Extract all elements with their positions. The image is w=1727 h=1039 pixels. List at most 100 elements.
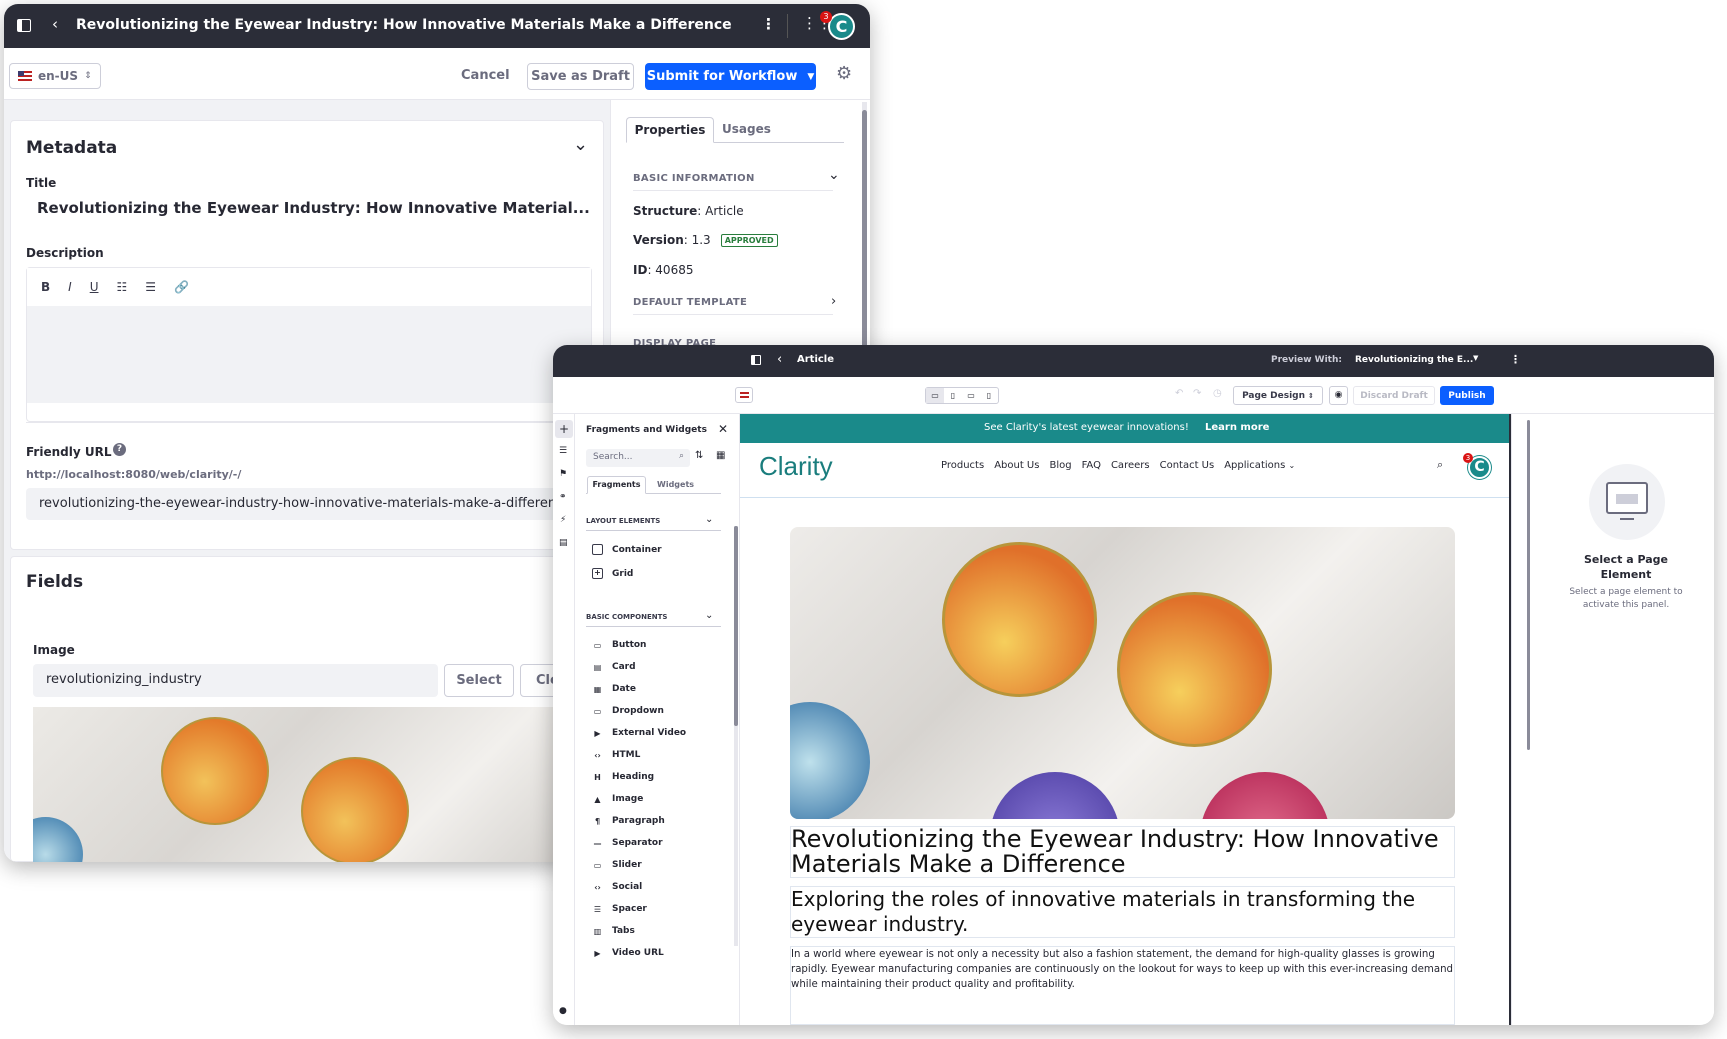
article-heading[interactable]: Revolutionizing the Eyewear Industry: Ho…: [790, 826, 1455, 878]
fragment-icon: ▭: [593, 860, 602, 870]
locale-flag-button[interactable]: [735, 387, 753, 403]
article-subheading[interactable]: Exploring the roles of innovative materi…: [790, 886, 1455, 938]
fragments-panel-title: Fragments and Widgets: [586, 425, 707, 435]
redo-icon[interactable]: ↷: [1193, 388, 1201, 399]
nav-blog[interactable]: Blog: [1049, 460, 1071, 471]
nav-applications[interactable]: Applications ⌄: [1224, 460, 1295, 471]
landscape-phone-icon[interactable]: ▭: [962, 388, 980, 403]
gear-icon[interactable]: ⚙: [836, 65, 852, 83]
nav-careers[interactable]: Careers: [1111, 460, 1150, 471]
fragment-external-video[interactable]: ▶ External Video: [592, 728, 686, 738]
locale-selector[interactable]: en-US ⇕: [9, 63, 101, 89]
fragments-search-input[interactable]: Search... ⌕: [586, 449, 690, 467]
tab-fragments[interactable]: Fragments: [587, 476, 646, 494]
tab-usages[interactable]: Usages: [722, 122, 771, 136]
link-icon[interactable]: 🔗: [174, 280, 189, 294]
fragment-date[interactable]: ▦ Date: [592, 684, 636, 694]
fragment-button[interactable]: ▭ Button: [592, 640, 647, 650]
unordered-list-icon[interactable]: ☰: [145, 280, 156, 294]
screen-icon: [1606, 482, 1648, 514]
nav-faq[interactable]: FAQ: [1082, 460, 1101, 471]
scrollbar[interactable]: [734, 526, 738, 946]
fragment-dropdown[interactable]: ▭ Dropdown: [592, 706, 664, 716]
comments-icon[interactable]: ▤: [559, 538, 568, 548]
publish-button[interactable]: Publish: [1440, 386, 1494, 405]
tablet-icon[interactable]: ▯: [944, 388, 962, 403]
save-draft-button[interactable]: Save as Draft: [527, 63, 634, 90]
banner-learn-more-link[interactable]: Learn more: [1205, 422, 1269, 433]
underline-icon[interactable]: U: [90, 280, 99, 294]
sidebar-toggle-icon[interactable]: [751, 355, 761, 365]
select-image-button[interactable]: Select: [444, 664, 514, 697]
preview-with-select[interactable]: Revolutionizing the E...: [1355, 355, 1473, 365]
fragment-separator[interactable]: — Separator: [592, 838, 663, 848]
tab-widgets[interactable]: Widgets: [657, 480, 694, 489]
fragment-grid[interactable]: + Grid: [592, 568, 633, 579]
fragment-html[interactable]: ‹› HTML: [592, 750, 640, 760]
portrait-phone-icon[interactable]: ▯: [980, 388, 998, 403]
chevron-down-icon[interactable]: ⌄: [705, 514, 713, 525]
fragment-image[interactable]: ▲ Image: [592, 794, 643, 804]
fragment-card[interactable]: ▤ Card: [592, 662, 636, 672]
paint-roller-icon[interactable]: ⚑: [559, 469, 567, 479]
article-paragraph[interactable]: In a world where eyewear is not only a n…: [790, 946, 1455, 1025]
add-fragment-icon[interactable]: +: [555, 420, 573, 438]
fragment-container[interactable]: Container: [592, 544, 662, 555]
nav-about-us[interactable]: About Us: [994, 460, 1039, 471]
bold-icon[interactable]: B: [41, 280, 50, 294]
title-input[interactable]: Revolutionizing the Eyewear Industry: Ho…: [37, 199, 590, 217]
fragment-tabs[interactable]: ▥ Tabs: [592, 926, 635, 936]
fragment-spacer[interactable]: ☰ Spacer: [592, 904, 647, 914]
tab-properties[interactable]: Properties: [626, 117, 714, 143]
chevron-down-icon[interactable]: ⌄: [705, 610, 713, 621]
fragment-video-url[interactable]: ▶ Video URL: [592, 948, 663, 958]
basic-components-heading[interactable]: BASIC COMPONENTS: [586, 613, 667, 621]
back-chevron-icon[interactable]: ‹: [52, 17, 58, 32]
basic-information-heading[interactable]: BASIC INFORMATION: [633, 173, 755, 184]
close-icon[interactable]: ✕: [718, 422, 728, 436]
browser-icon[interactable]: ☰: [559, 446, 567, 456]
kebab-menu-icon[interactable]: ⋮: [1510, 353, 1521, 366]
back-chevron-icon[interactable]: ‹: [777, 352, 782, 367]
image-input[interactable]: revolutionizing_industry: [33, 664, 438, 697]
grid-view-icon[interactable]: ▦: [716, 450, 725, 461]
site-logo[interactable]: Clarity: [759, 451, 833, 482]
user-avatar[interactable]: C: [828, 13, 855, 40]
nav-contact-us[interactable]: Contact Us: [1160, 460, 1215, 471]
chevron-right-icon[interactable]: ›: [831, 295, 836, 308]
fragment-paragraph[interactable]: ¶ Paragraph: [592, 816, 665, 826]
kebab-menu-icon[interactable]: ⋮: [761, 17, 776, 32]
help-circle-icon[interactable]: ●: [559, 1006, 567, 1016]
undo-icon[interactable]: ↶: [1175, 388, 1183, 399]
sidebar-toggle-icon[interactable]: [17, 19, 31, 32]
canvas-scrollbar[interactable]: [1527, 420, 1530, 750]
search-icon[interactable]: ⌕: [1437, 458, 1443, 472]
collapse-chevron-icon[interactable]: ⌄: [573, 136, 588, 154]
italic-icon[interactable]: I: [68, 280, 72, 294]
description-textarea[interactable]: [27, 306, 591, 403]
fragment-slider[interactable]: ▭ Slider: [592, 860, 642, 870]
friendly-url-input[interactable]: revolutionizing-the-eyewear-industry-how…: [26, 488, 626, 520]
fragments-panel: Fragments and Widgets ✕ Search... ⌕ ⇅ ▦ F…: [575, 414, 740, 1025]
sort-icon[interactable]: ⇅: [695, 450, 703, 461]
cancel-button[interactable]: Cancel: [461, 68, 510, 83]
bolt-icon[interactable]: ⚡: [560, 515, 566, 525]
desktop-icon[interactable]: ▭: [926, 388, 944, 403]
ordered-list-icon[interactable]: ☷: [117, 280, 128, 294]
discard-draft-button[interactable]: Discard Draft: [1353, 386, 1435, 405]
chevron-down-icon[interactable]: ⌄: [828, 168, 840, 182]
fragment-heading[interactable]: H Heading: [592, 772, 654, 782]
fragment-social[interactable]: ‹› Social: [592, 882, 642, 892]
submit-workflow-button[interactable]: Submit for Workflow ▼: [645, 63, 816, 90]
link-icon[interactable]: ⚭: [559, 492, 567, 502]
page-design-button[interactable]: Page Design ⇕: [1233, 386, 1323, 405]
description-editor[interactable]: B I U ☷ ☰ 🔗: [26, 267, 592, 422]
blue-lens: [33, 817, 83, 862]
nav-products[interactable]: Products: [941, 460, 984, 471]
layout-elements-heading[interactable]: LAYOUT ELEMENTS: [586, 517, 660, 525]
default-template-heading[interactable]: DEFAULT TEMPLATE: [633, 297, 747, 308]
preview-eye-icon[interactable]: ◉: [1329, 386, 1348, 405]
help-icon[interactable]: ?: [113, 443, 126, 456]
us-flag-icon: [18, 71, 32, 81]
history-icon[interactable]: ◷: [1213, 388, 1222, 399]
